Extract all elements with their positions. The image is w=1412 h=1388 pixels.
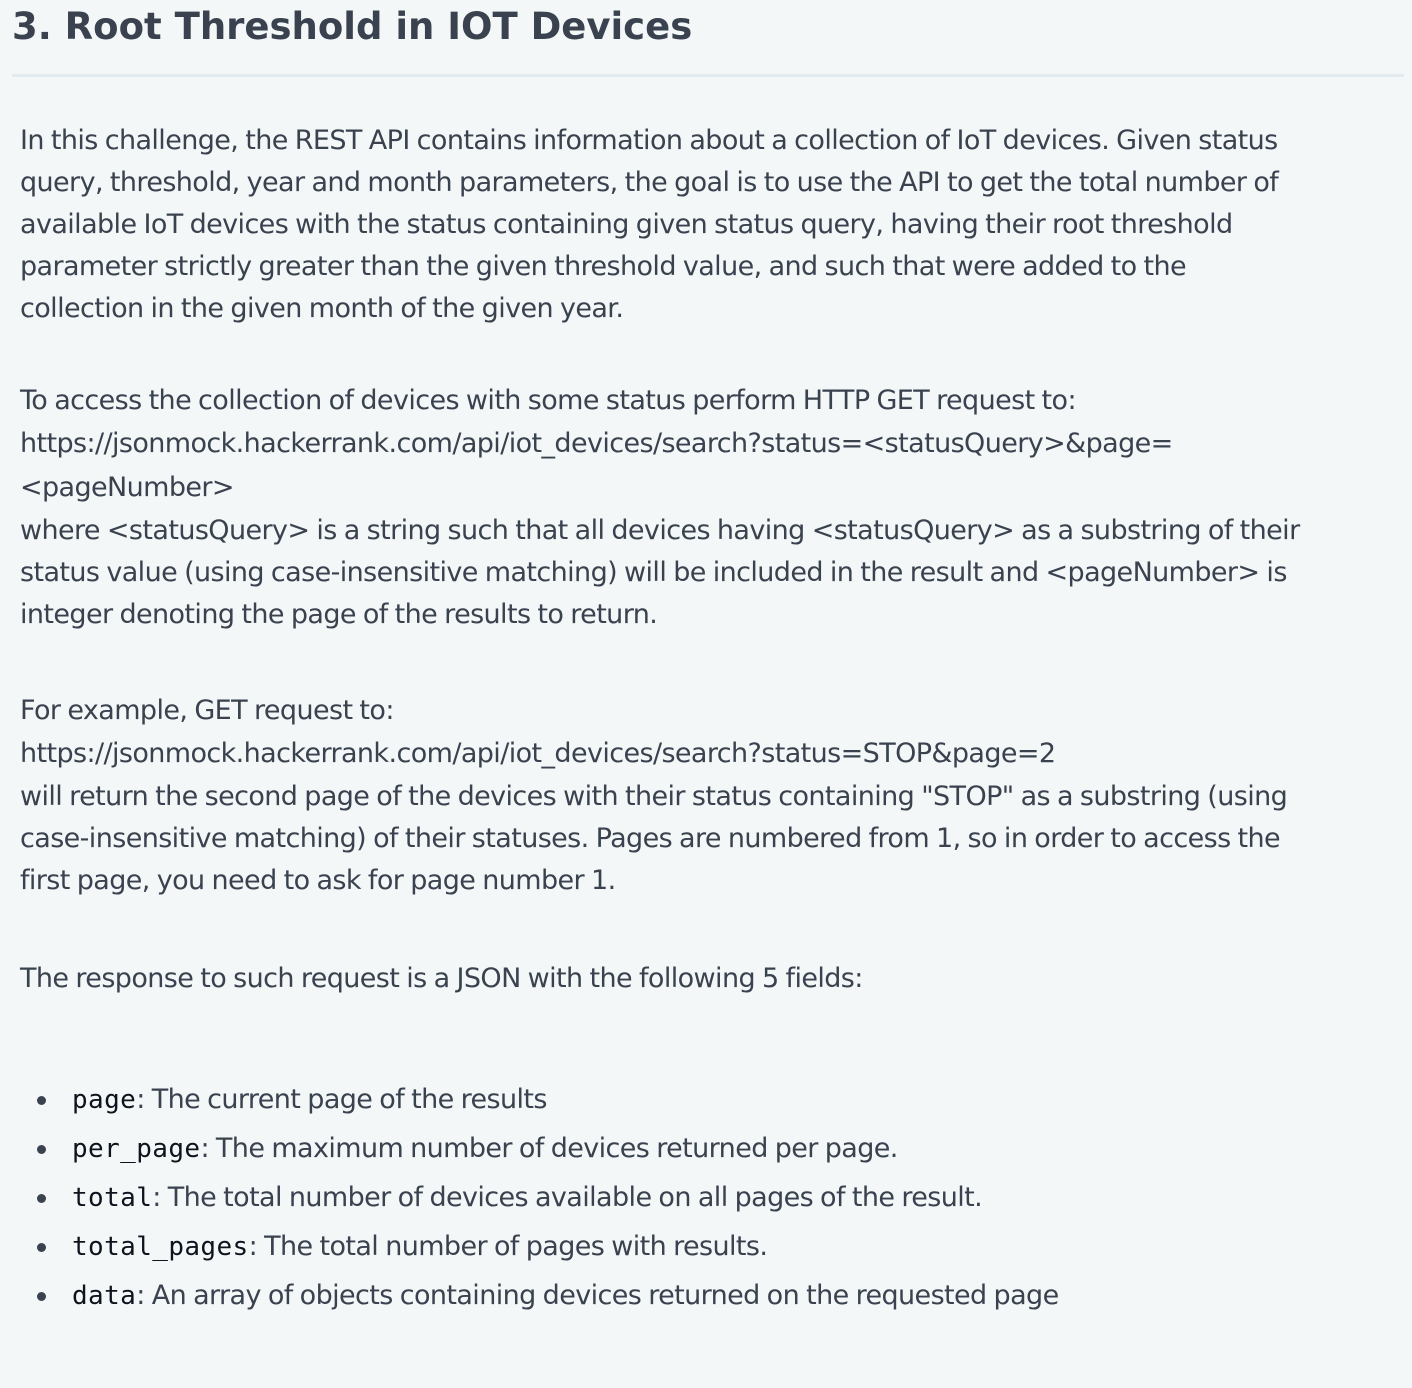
field-description: : The maximum number of devices returned… xyxy=(200,1133,898,1164)
example-explanation-line: will return the second page of the devic… xyxy=(20,781,1288,812)
intro-line: parameter strictly greater than the give… xyxy=(20,251,1187,282)
field-name: page xyxy=(72,1085,137,1115)
problem-statement-page: 3. Root Threshold in IOT Devices In this… xyxy=(0,0,1412,1388)
endpoint-url-continued: <pageNumber> xyxy=(20,472,235,503)
example-url: https://jsonmock.hackerrank.com/api/iot_… xyxy=(20,738,1056,769)
title-divider xyxy=(12,74,1404,77)
endpoint-explanation-line: where <statusQuery> is a string such tha… xyxy=(20,515,1300,546)
list-item: per_page: The maximum number of devices … xyxy=(20,1127,1059,1176)
intro-line: In this challenge, the REST API contains… xyxy=(20,125,1278,156)
example-paragraph: For example, GET request to: https://jso… xyxy=(20,690,1400,902)
endpoint-explanation-line: status value (using case-insensitive mat… xyxy=(20,557,1287,588)
response-intro: The response to such request is a JSON w… xyxy=(20,963,863,994)
field-description: : An array of objects containing devices… xyxy=(136,1280,1059,1311)
field-description: : The total number of pages with results… xyxy=(248,1231,768,1262)
intro-line: available IoT devices with the status co… xyxy=(20,209,1233,240)
response-fields-list: page: The current page of the results pe… xyxy=(20,1078,1059,1323)
endpoint-paragraph: To access the collection of devices with… xyxy=(20,380,1400,636)
response-paragraph: The response to such request is a JSON w… xyxy=(20,958,1400,1000)
endpoint-url: https://jsonmock.hackerrank.com/api/iot_… xyxy=(20,428,1173,459)
bullet-icon xyxy=(37,1243,46,1252)
list-item: total_pages: The total number of pages w… xyxy=(20,1225,1059,1274)
list-item: data: An array of objects containing dev… xyxy=(20,1274,1059,1323)
list-item: total: The total number of devices avail… xyxy=(20,1176,1059,1225)
example-explanation-line: case-insensitive matching) of their stat… xyxy=(20,823,1281,854)
intro-line: query, threshold, year and month paramet… xyxy=(20,167,1279,198)
field-description: : The total number of devices available … xyxy=(152,1182,983,1213)
bullet-icon xyxy=(37,1292,46,1301)
field-name: total_pages xyxy=(72,1232,249,1262)
field-description: : The current page of the results xyxy=(136,1084,547,1115)
bullet-icon xyxy=(37,1145,46,1154)
intro-paragraph: In this challenge, the REST API contains… xyxy=(20,120,1400,330)
field-name: data xyxy=(72,1281,137,1311)
example-explanation-line: first page, you need to ask for page num… xyxy=(20,865,616,896)
bullet-icon xyxy=(37,1096,46,1105)
example-intro: For example, GET request to: xyxy=(20,695,394,726)
field-name: per_page xyxy=(72,1134,201,1164)
intro-line: collection in the given month of the giv… xyxy=(20,293,624,324)
page-title: 3. Root Threshold in IOT Devices xyxy=(12,5,693,48)
bullet-icon xyxy=(37,1194,46,1203)
endpoint-intro: To access the collection of devices with… xyxy=(20,385,1077,416)
endpoint-explanation-line: integer denoting the page of the results… xyxy=(20,599,658,630)
field-name: total xyxy=(72,1183,153,1213)
list-item: page: The current page of the results xyxy=(20,1078,1059,1127)
